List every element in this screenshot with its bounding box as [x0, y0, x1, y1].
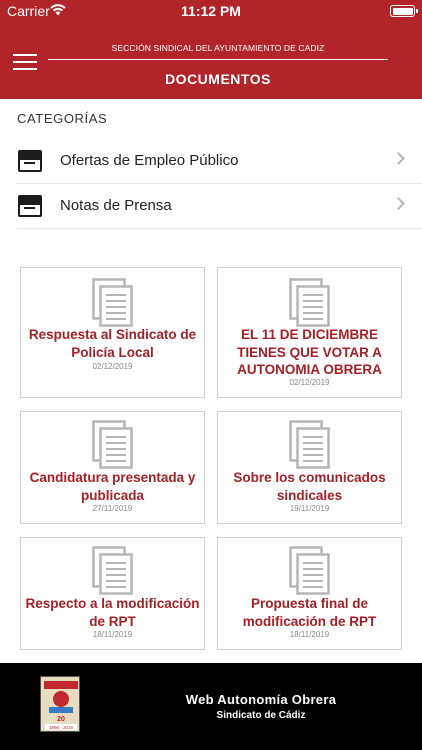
org-name: SECCIÓN SINDICAL DEL AYUNTAMIENTO DE CAD… — [111, 43, 325, 53]
document-icon — [289, 420, 330, 469]
document-date: 02/12/2019 — [289, 378, 330, 387]
document-date: 18/11/2019 — [92, 630, 133, 639]
document-card[interactable]: Propuesta final de modificación de RPT 1… — [217, 537, 402, 650]
document-icon — [289, 546, 330, 595]
svg-text:1996 · 2016: 1996 · 2016 — [49, 725, 74, 730]
footer-subtitle: Sindicato de Cádiz — [216, 710, 306, 721]
banner-thumbnail-image: 20 1996 · 2016 — [40, 676, 80, 732]
inbox-tray-icon — [18, 195, 42, 217]
battery-icon — [390, 5, 418, 17]
page-title: DOCUMENTOS — [165, 71, 271, 87]
chevron-right-icon — [392, 197, 405, 210]
document-date: 19/11/2019 — [289, 504, 330, 513]
document-date: 27/11/2019 — [92, 504, 133, 513]
document-date: 02/12/2019 — [92, 362, 133, 371]
web-link-banner[interactable]: 20 1996 · 2016 Web Autonomía Obrera Sind… — [0, 663, 422, 750]
document-icon — [92, 420, 133, 469]
chevron-right-icon — [392, 152, 405, 165]
status-bar: Carrier 11:12 PM — [0, 0, 422, 22]
document-card[interactable]: Respecto a la modificación de RPT 18/11/… — [20, 537, 205, 650]
document-card[interactable]: Candidatura presentada y publicada 27/11… — [20, 411, 205, 524]
status-time: 11:12 PM — [181, 3, 241, 19]
document-icon — [92, 546, 133, 595]
document-title: EL 11 DE DICIEMBRE TIENES QUE VOTAR A AU… — [237, 327, 382, 377]
document-title: Respuesta al Sindicato de Policía Local — [28, 327, 197, 360]
document-icon — [92, 278, 133, 327]
category-label: Ofertas de Empleo Público — [60, 152, 239, 169]
document-title: Candidatura presentada y publicada — [29, 470, 196, 503]
category-item-ofertas-empleo[interactable]: Ofertas de Empleo Público — [17, 139, 422, 184]
category-item-notas-prensa[interactable]: Notas de Prensa — [17, 184, 422, 229]
document-card[interactable]: Sobre los comunicados sindicales 19/11/2… — [217, 411, 402, 524]
document-date: 18/11/2019 — [289, 630, 330, 639]
document-title: Propuesta final de modificación de RPT — [242, 596, 377, 629]
document-card[interactable]: EL 11 DE DICIEMBRE TIENES QUE VOTAR A AU… — [217, 267, 402, 398]
app-header: Carrier 11:12 PM SECCIÓN SINDICAL DEL AY… — [0, 0, 422, 99]
footer-title: Web Autonomía Obrera — [185, 692, 337, 707]
anniversary-poster-icon: 20 1996 · 2016 — [41, 677, 79, 731]
document-title: Sobre los comunicados sindicales — [233, 470, 386, 503]
document-title: Respecto a la modificación de RPT — [25, 596, 200, 629]
inbox-tray-icon — [18, 150, 42, 172]
hamburger-menu-icon[interactable] — [13, 54, 37, 72]
document-icon — [289, 278, 330, 327]
document-card[interactable]: Respuesta al Sindicato de Policía Local … — [20, 267, 205, 398]
svg-text:20: 20 — [57, 716, 65, 723]
header-divider — [48, 59, 388, 60]
category-label: Notas de Prensa — [60, 197, 172, 214]
categories-heading: CATEGORÍAS — [17, 111, 108, 126]
